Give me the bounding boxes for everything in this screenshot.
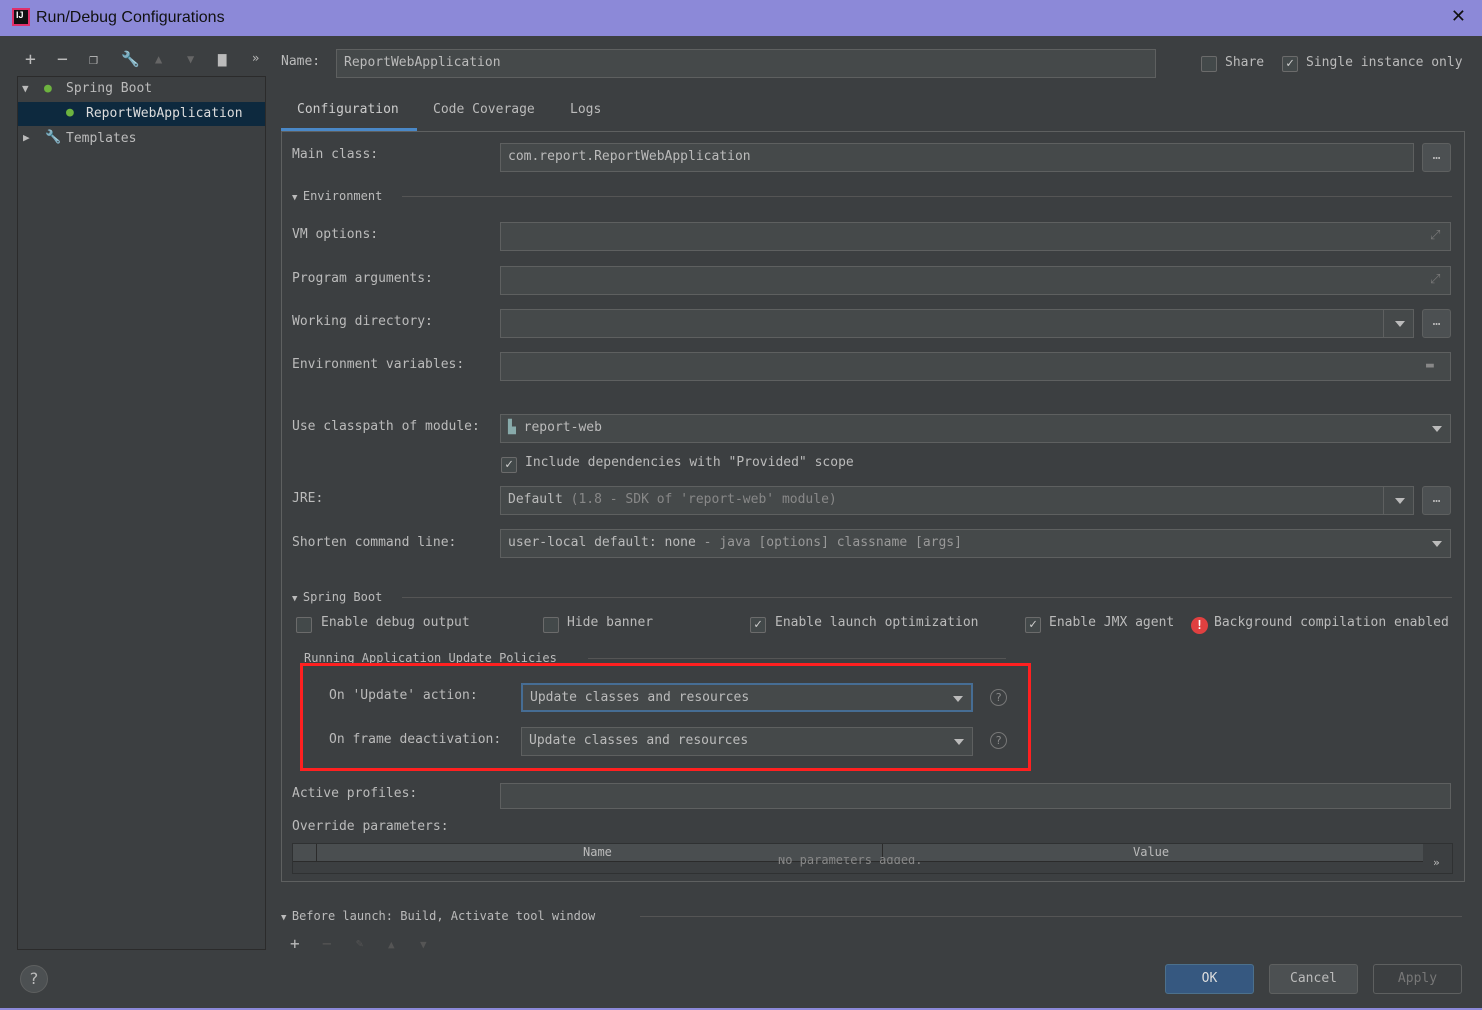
window-title: Run/Debug Configurations <box>36 9 225 26</box>
chevron-down-icon <box>1432 541 1442 547</box>
chevron-down-icon[interactable] <box>1395 321 1405 327</box>
working-directory-input[interactable] <box>500 309 1414 338</box>
add-task-icon[interactable]: + <box>290 934 300 953</box>
column-header-name[interactable]: Name <box>583 845 612 859</box>
config-tree: ▼ ● Spring Boot ● ReportWebApplication ▶… <box>17 76 266 950</box>
copy-icon[interactable]: ❐ <box>89 50 98 68</box>
title-bar: IJ Run/Debug Configurations ✕ <box>0 0 1482 36</box>
move-up-icon[interactable]: ▲ <box>155 52 162 66</box>
tree-item-templates[interactable]: Templates <box>66 131 136 146</box>
override-parameters-label: Override parameters: <box>292 819 449 834</box>
debug-output-checkbox[interactable] <box>296 617 312 633</box>
ok-button[interactable]: OK <box>1165 964 1254 994</box>
environment-section-toggle[interactable]: Environment <box>292 189 382 203</box>
override-parameters-table: Name Value No parameters added. » <box>292 843 1453 874</box>
module-icon: ▙ <box>508 420 524 435</box>
remove-icon[interactable]: − <box>57 49 68 70</box>
browse-jre-button[interactable]: … <box>1422 486 1451 515</box>
wrench-icon: 🔧 <box>45 130 62 145</box>
cancel-button[interactable]: Cancel <box>1269 964 1358 994</box>
jmx-agent-label: Enable JMX agent <box>1049 615 1175 630</box>
debug-output-label: Enable debug output <box>321 615 470 630</box>
expand-arrow-icon[interactable]: ▼ <box>22 82 29 95</box>
working-directory-label: Working directory: <box>292 314 433 329</box>
tab-configuration[interactable]: Configuration <box>297 102 399 117</box>
tree-item-spring-boot[interactable]: Spring Boot <box>66 81 152 96</box>
chevron-down-icon <box>1395 498 1405 504</box>
on-update-select[interactable]: Update classes and resources <box>521 683 973 712</box>
collapse-arrow-icon[interactable]: ▶ <box>23 131 30 144</box>
error-icon: ! <box>1191 617 1208 634</box>
app-logo-icon: IJ <box>12 8 30 26</box>
share-checkbox[interactable] <box>1201 56 1217 72</box>
move-up-icon[interactable]: ▲ <box>388 938 395 951</box>
single-instance-checkbox[interactable]: ✓ <box>1282 56 1298 72</box>
main-class-label: Main class: <box>292 147 379 162</box>
on-frame-deactivation-select[interactable]: Update classes and resources <box>521 727 973 756</box>
on-update-label: On 'Update' action: <box>329 688 478 703</box>
main-class-input[interactable]: com.report.ReportWebApplication <box>500 143 1414 172</box>
hide-banner-label: Hide banner <box>567 615 654 630</box>
jmx-agent-checkbox[interactable]: ✓ <box>1025 617 1041 633</box>
folder-add-icon[interactable]: ▆ <box>218 51 226 67</box>
on-frame-deactivation-label: On frame deactivation: <box>329 732 502 747</box>
column-header-value[interactable]: Value <box>1133 845 1169 859</box>
name-label: Name: <box>281 54 321 69</box>
spring-boot-icon: ● <box>66 105 74 120</box>
chevron-down-icon <box>1432 426 1442 432</box>
spring-boot-section-toggle[interactable]: Spring Boot <box>292 590 382 604</box>
classpath-module-select[interactable]: ▙ report-web <box>500 414 1451 443</box>
before-launch-section-toggle[interactable]: Before launch: Build, Activate tool wind… <box>281 909 595 923</box>
help-icon[interactable]: ? <box>990 732 1007 749</box>
vm-options-input[interactable] <box>500 222 1451 251</box>
add-icon[interactable]: + <box>25 49 36 70</box>
tree-item-selected[interactable]: ● ReportWebApplication <box>18 102 265 126</box>
environment-variables-input[interactable] <box>500 352 1451 381</box>
browse-main-class-button[interactable]: … <box>1422 143 1451 172</box>
tree-item-report-web-application[interactable]: ReportWebApplication <box>86 106 243 121</box>
help-icon[interactable]: ? <box>990 689 1007 706</box>
launch-optimization-label: Enable launch optimization <box>775 615 979 630</box>
jre-select[interactable]: Default (1.8 - SDK of 'report-web' modul… <box>500 486 1414 515</box>
background-compilation-warning: Background compilation enabled <box>1214 615 1449 630</box>
close-button[interactable]: ✕ <box>1451 6 1466 27</box>
shorten-command-line-label: Shorten command line: <box>292 535 457 550</box>
include-dependencies-label: Include dependencies with "Provided" sco… <box>525 455 854 470</box>
browse-working-directory-button[interactable]: … <box>1422 309 1451 338</box>
active-profiles-input[interactable] <box>500 783 1451 809</box>
expand-icon[interactable]: ⤢ <box>1430 228 1440 243</box>
folder-icon[interactable]: ▬ <box>1426 358 1434 373</box>
move-down-icon[interactable]: ▼ <box>187 52 194 66</box>
environment-variables-label: Environment variables: <box>292 357 465 372</box>
help-button[interactable]: ? <box>20 965 48 993</box>
spring-boot-icon: ● <box>44 81 52 96</box>
program-arguments-input[interactable] <box>500 266 1451 295</box>
move-down-icon[interactable]: ▼ <box>420 938 427 951</box>
active-profiles-label: Active profiles: <box>292 786 418 801</box>
remove-task-icon[interactable]: − <box>322 934 332 953</box>
more-icon[interactable]: » <box>1433 856 1440 869</box>
tab-logs[interactable]: Logs <box>570 102 601 117</box>
jre-label: JRE: <box>292 491 324 506</box>
launch-optimization-checkbox[interactable]: ✓ <box>750 617 766 633</box>
shorten-command-line-select[interactable]: user-local default: none - java [options… <box>500 529 1451 558</box>
classpath-module-label: Use classpath of module: <box>292 419 480 434</box>
chevron-down-icon <box>953 696 963 702</box>
more-icon[interactable]: » <box>252 51 259 65</box>
empty-table-text: No parameters added. <box>778 857 923 867</box>
vm-options-label: VM options: <box>292 227 379 242</box>
tab-code-coverage[interactable]: Code Coverage <box>433 102 535 117</box>
expand-icon[interactable]: ⤢ <box>1430 272 1440 287</box>
share-label: Share <box>1225 55 1265 70</box>
include-dependencies-checkbox[interactable]: ✓ <box>501 457 517 473</box>
program-arguments-label: Program arguments: <box>292 271 433 286</box>
chevron-down-icon <box>954 739 964 745</box>
edit-task-icon[interactable]: ✎ <box>356 936 363 950</box>
hide-banner-checkbox[interactable] <box>543 617 559 633</box>
name-input[interactable]: ReportWebApplication <box>336 49 1156 78</box>
single-instance-label: Single instance only <box>1306 55 1463 70</box>
wrench-icon[interactable]: 🔧 <box>121 50 140 68</box>
apply-button[interactable]: Apply <box>1373 964 1462 994</box>
